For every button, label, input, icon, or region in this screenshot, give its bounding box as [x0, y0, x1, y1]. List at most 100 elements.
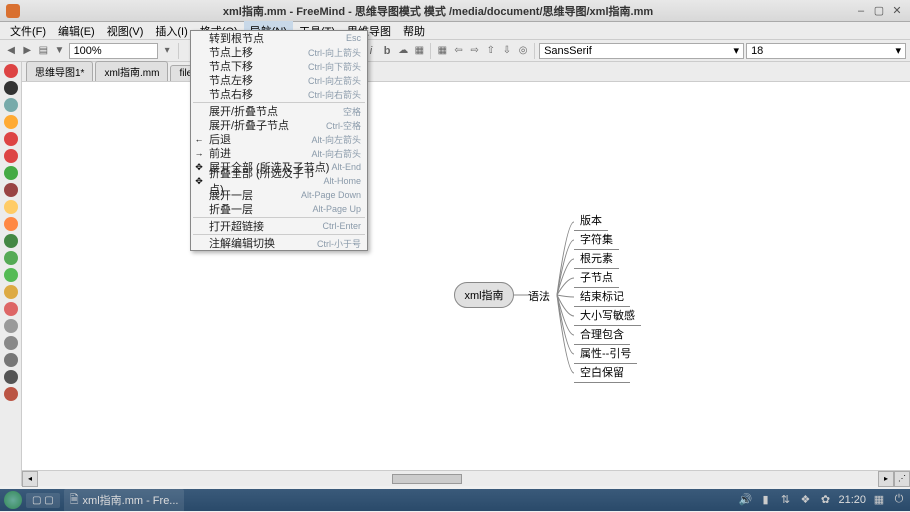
- menu-item-shortcut: Alt-End: [331, 162, 361, 172]
- menu-2[interactable]: 视图(V): [101, 21, 150, 41]
- child-node-8[interactable]: 空白保留: [574, 362, 630, 383]
- bold-button[interactable]: b: [380, 43, 394, 59]
- child-node-3[interactable]: 子节点: [574, 267, 619, 288]
- arrow-right-icon[interactable]: ⇨: [468, 43, 482, 59]
- color-icon[interactable]: ▦: [412, 43, 426, 59]
- scroll-right-icon[interactable]: ▸: [878, 471, 894, 487]
- menu-item-1-2[interactable]: ←后退Alt-向左箭头: [191, 132, 367, 146]
- palette-icon-11[interactable]: [4, 251, 18, 265]
- font-size-combo[interactable]: 18▾: [746, 43, 906, 59]
- tab-1[interactable]: xml指南.mm: [95, 61, 168, 81]
- branch-label[interactable]: 语法: [528, 288, 550, 304]
- menu-item-0-3[interactable]: 节点左移Ctrl-向左箭头: [191, 73, 367, 87]
- menu-item-2-0[interactable]: 打开超链接Ctrl-Enter: [191, 219, 367, 233]
- palette-icon-8[interactable]: [4, 200, 18, 214]
- menu-item-0-2[interactable]: 节点下移Ctrl-向下箭头: [191, 59, 367, 73]
- palette-icon-14[interactable]: [4, 302, 18, 316]
- resize-grip-icon[interactable]: ⋰: [894, 471, 910, 487]
- menu-item-shortcut: Esc: [346, 33, 361, 43]
- scroll-left-icon[interactable]: ◂: [22, 471, 38, 487]
- calendar-icon[interactable]: ▦: [872, 493, 886, 507]
- nav-back-icon[interactable]: ◀: [4, 43, 18, 59]
- menu-item-0-0[interactable]: 转到根节点Esc: [191, 31, 367, 45]
- palette-icon-6[interactable]: [4, 166, 18, 180]
- palette-icon-18[interactable]: [4, 370, 18, 384]
- palette-icon-10[interactable]: [4, 234, 18, 248]
- menu-0[interactable]: 文件(F): [4, 21, 52, 41]
- root-node[interactable]: xml指南: [454, 282, 514, 308]
- horizontal-scrollbar[interactable]: ◂ ▸ ⋰: [22, 470, 910, 486]
- menu-item-0-1[interactable]: 节点上移Ctrl-向上箭头: [191, 45, 367, 59]
- menu-item-1-0[interactable]: 展开/折叠节点空格: [191, 104, 367, 118]
- arrow-up-icon[interactable]: ⇧: [484, 43, 498, 59]
- palette-icon-4[interactable]: [4, 132, 18, 146]
- menu-item-icon: ✥: [193, 162, 205, 173]
- child-node-1[interactable]: 字符集: [574, 229, 619, 250]
- battery-icon[interactable]: ▮: [758, 493, 772, 507]
- menu-item-1-3[interactable]: →前进Alt-向右箭头: [191, 146, 367, 160]
- palette-icon-16[interactable]: [4, 336, 18, 350]
- menu-item-1-6[interactable]: 展开一层Alt-Page Down: [191, 188, 367, 202]
- palette-icon-9[interactable]: [4, 217, 18, 231]
- start-button[interactable]: [4, 491, 22, 509]
- child-node-2[interactable]: 根元素: [574, 248, 619, 269]
- palette-icon-12[interactable]: [4, 268, 18, 282]
- palette-icon-15[interactable]: [4, 319, 18, 333]
- minimize-icon[interactable]: ‒: [854, 4, 868, 18]
- power-icon[interactable]: ⏻: [892, 493, 906, 507]
- filter-icon[interactable]: ▼: [52, 43, 66, 59]
- cloud-icon[interactable]: ☁: [396, 43, 410, 59]
- palette-icon-0[interactable]: [4, 64, 18, 78]
- child-node-6[interactable]: 合理包含: [574, 324, 630, 345]
- tab-0[interactable]: 思维导图1*: [26, 61, 93, 81]
- palette-icon-7[interactable]: [4, 183, 18, 197]
- palette-icon-17[interactable]: [4, 353, 18, 367]
- child-node-5[interactable]: 大小写敏感: [574, 305, 641, 326]
- mindmap-canvas[interactable]: xml指南 语法 版本字符集根元素子节点结束标记大小写敏感合理包含属性--引号空…: [22, 82, 910, 470]
- menu-item-1-5[interactable]: ✥折叠全部 (所选及子节点)Alt-Home: [191, 174, 367, 188]
- zoom-combo[interactable]: 100%: [69, 43, 159, 59]
- tray-icon-2[interactable]: ✿: [818, 493, 832, 507]
- menu-8[interactable]: 帮助: [397, 21, 431, 41]
- menu-item-3-0[interactable]: 注解编辑切换Ctrl-小于号: [191, 236, 367, 250]
- menu-item-shortcut: Alt-向左箭头: [311, 133, 361, 146]
- palette-icon-3[interactable]: [4, 115, 18, 129]
- nav-fwd-icon[interactable]: ▶: [20, 43, 34, 59]
- grid-icon[interactable]: ▦: [435, 43, 449, 59]
- app-icon: 🗎: [70, 491, 79, 510]
- sound-icon[interactable]: 🔊: [738, 493, 752, 507]
- taskbar-app[interactable]: 🗎 xml指南.mm - Fre...: [64, 489, 185, 512]
- palette-icon-2[interactable]: [4, 98, 18, 112]
- center-icon[interactable]: ◎: [516, 43, 530, 59]
- menu-item-1-7[interactable]: 折叠一层Alt-Page Up: [191, 202, 367, 216]
- menu-item-0-4[interactable]: 节点右移Ctrl-向右箭头: [191, 87, 367, 101]
- child-node-4[interactable]: 结束标记: [574, 286, 630, 307]
- menu-item-shortcut: Alt-Page Down: [301, 190, 361, 200]
- arrow-left-icon[interactable]: ⇦: [451, 43, 465, 59]
- network-icon[interactable]: ⇅: [778, 493, 792, 507]
- palette-icon-13[interactable]: [4, 285, 18, 299]
- scroll-thumb[interactable]: [392, 474, 462, 484]
- close-icon[interactable]: ✕: [890, 4, 904, 18]
- child-node-0[interactable]: 版本: [574, 210, 608, 231]
- tray-icon-1[interactable]: ❖: [798, 493, 812, 507]
- menu-item-shortcut: 空格: [343, 105, 361, 118]
- font-name-combo[interactable]: SansSerif▾: [539, 43, 744, 59]
- menu-item-1-1[interactable]: 展开/折叠子节点Ctrl-空格: [191, 118, 367, 132]
- clock[interactable]: 21:20: [838, 494, 866, 506]
- icon-palette: [0, 62, 22, 486]
- menu-3[interactable]: 插入(I): [149, 21, 193, 41]
- menu-item-icon: ←: [193, 134, 205, 144]
- menu-item-label: 节点右移: [209, 86, 308, 102]
- palette-icon-5[interactable]: [4, 149, 18, 163]
- arrow-down-icon[interactable]: ⇩: [500, 43, 514, 59]
- palette-icon-1[interactable]: [4, 81, 18, 95]
- menu-1[interactable]: 编辑(E): [52, 21, 101, 41]
- menu-item-shortcut: Alt-向右箭头: [311, 147, 361, 160]
- maximize-icon[interactable]: ▢: [872, 4, 886, 18]
- doc-icon[interactable]: ▤: [36, 43, 50, 59]
- child-node-7[interactable]: 属性--引号: [574, 343, 637, 364]
- pager[interactable]: ▢ ▢: [26, 493, 60, 508]
- palette-icon-19[interactable]: [4, 387, 18, 401]
- zoom-drop-icon[interactable]: ▾: [160, 43, 174, 59]
